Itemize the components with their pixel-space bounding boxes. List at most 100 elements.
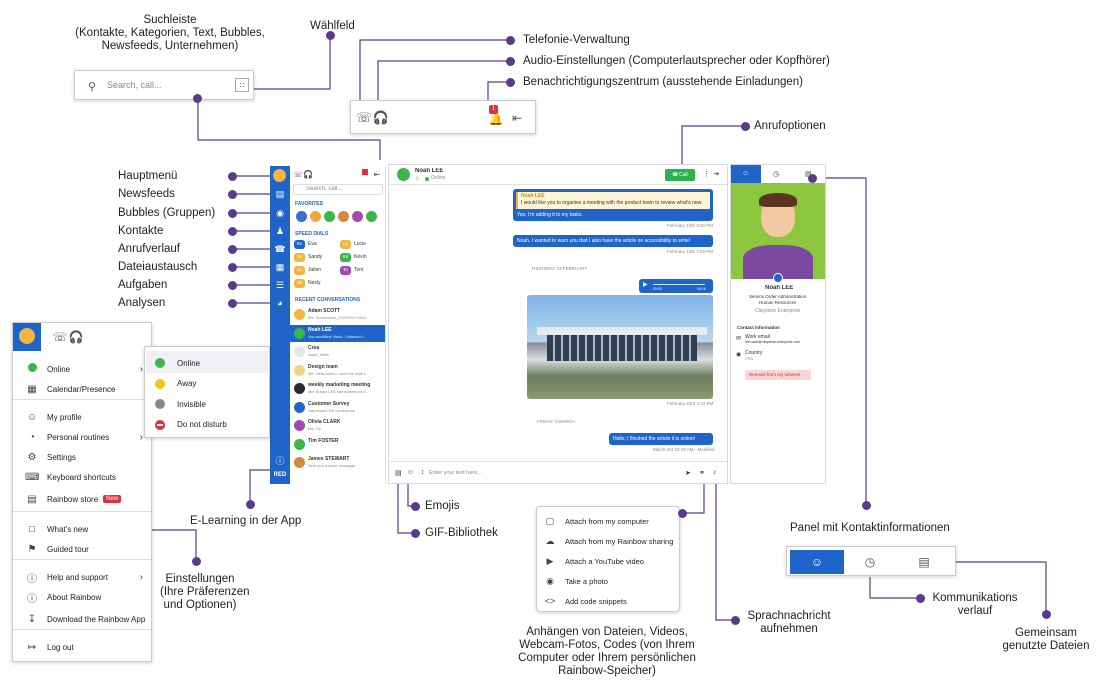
status-option-away[interactable]: Away: [155, 374, 265, 394]
status-option-invisible[interactable]: Invisible: [155, 394, 265, 414]
tab-profile-zoom[interactable]: ☺: [790, 550, 844, 574]
menu-item-online[interactable]: Online ›: [25, 359, 149, 379]
conversation-item[interactable]: Tim FOSTER: [290, 436, 385, 453]
favorite-avatar[interactable]: [310, 211, 321, 222]
conversation-avatar: [294, 420, 305, 431]
bell-icon[interactable]: 🔔: [489, 112, 504, 126]
star-icon[interactable]: ☆: [415, 176, 419, 182]
emoji-icon[interactable]: ☺: [407, 469, 414, 476]
call-history-icon[interactable]: ☎: [273, 243, 287, 255]
collapse-arrow-icon[interactable]: ⇤: [372, 169, 382, 179]
conversation-item[interactable]: Customer Survey Has ended the conference: [290, 399, 385, 416]
history-icon[interactable]: ◷: [773, 170, 779, 178]
contacts-icon[interactable]: ♟: [273, 225, 287, 237]
voice-message-bubble[interactable]: ▶ 00:00 00:16: [639, 279, 713, 293]
favorite-avatar[interactable]: [338, 211, 349, 222]
user-avatar[interactable]: [19, 328, 35, 344]
shared-files-icon[interactable]: ▤: [917, 555, 931, 569]
phone-forward-icon[interactable]: ☏: [293, 169, 303, 179]
conversation-item[interactable]: weekly marketing meeting Me: Susan LEE ha…: [290, 380, 385, 397]
menu-item-log-out[interactable]: ↦ Log out: [25, 637, 149, 657]
conversation-item[interactable]: Olivia CLARK Me: Ok: [290, 417, 385, 434]
menu-item-what-s-new[interactable]: □ What's new: [25, 519, 149, 539]
conversation-item[interactable]: Crea Noah: Hello: [290, 343, 385, 360]
contact-avatar[interactable]: [397, 168, 410, 181]
menu-item-help-and-support[interactable]: ⓘ Help and support ›: [25, 567, 149, 587]
more-options-icon[interactable]: ⋮: [703, 170, 710, 178]
marker-dot: [228, 299, 237, 308]
speed-dial-name[interactable]: Nesly: [308, 280, 321, 286]
open-panel-icon[interactable]: ⇥: [713, 170, 719, 178]
phone-forward-icon[interactable]: ☏: [53, 330, 68, 344]
bubbles-icon[interactable]: ◉: [273, 207, 287, 219]
speed-dial-name[interactable]: Eva: [308, 241, 317, 247]
headset-icon[interactable]: 🎧: [303, 169, 313, 179]
menu-item-download-the-rainbow-app[interactable]: ↧ Download the Rainbow App: [25, 609, 149, 629]
conversation-item[interactable]: Adam SCOTT Me: Screenshot_20220307-0941..…: [290, 306, 385, 323]
composer-input[interactable]: Enter your text here...: [429, 470, 482, 476]
tab-profile[interactable]: ☺: [731, 165, 761, 183]
headset-icon[interactable]: 🎧: [373, 110, 389, 126]
speed-dial-initials[interactable]: Ké: [340, 253, 351, 262]
collapse-arrow-icon[interactable]: ⇤: [509, 110, 525, 126]
menu-item-my-profile[interactable]: ☺ My profile: [25, 407, 149, 427]
speed-dial-initials[interactable]: Ne: [294, 279, 305, 288]
conversation-item[interactable]: Noah LEE You modified: Hello, I finished …: [290, 324, 385, 342]
menu-item-personal-routines[interactable]: ◔ Personal routines ›: [25, 427, 149, 447]
label-notifications: Benachrichtigungszentrum (ausstehende Ei…: [523, 76, 804, 88]
menu-item-about-rainbow[interactable]: ⓘ About Rainbow: [25, 587, 149, 607]
favorite-avatar[interactable]: [296, 211, 307, 222]
menu-item-settings[interactable]: ⚙ Settings: [25, 447, 149, 467]
attach-option[interactable]: ▢ Attach from my computer: [543, 511, 675, 531]
call-button[interactable]: ☎ Call: [665, 169, 695, 181]
play-icon[interactable]: ▶: [643, 281, 648, 288]
favorite-avatar[interactable]: [366, 211, 377, 222]
conversation-item[interactable]: Design team Me: Hello team, I won't be ab…: [290, 362, 385, 379]
send-icon[interactable]: ➤: [685, 469, 691, 477]
phone-forward-icon[interactable]: ☏: [355, 110, 373, 126]
conversation-item[interactable]: James STEWART Sent you a voice message: [290, 454, 385, 471]
gif-icon[interactable]: ▤: [395, 469, 402, 477]
status-option-do-not-disturb[interactable]: Do not disturb: [155, 415, 265, 435]
search-placeholder[interactable]: Search, call...: [107, 80, 162, 90]
remove-from-network-button[interactable]: Remove from my network: [745, 370, 811, 380]
attach-option[interactable]: ▶ Attach a YouTube video: [543, 551, 675, 571]
favorite-avatar[interactable]: [352, 211, 363, 222]
menu-item-rainbow-store[interactable]: ▤ Rainbow store New: [25, 489, 149, 509]
user-avatar[interactable]: [273, 169, 286, 182]
small-search-bar[interactable]: Search, call...: [293, 184, 383, 195]
newsfeed-icon[interactable]: ▤: [273, 188, 287, 200]
headset-icon[interactable]: 🎧: [69, 330, 84, 344]
status-option-online[interactable]: Online: [155, 353, 265, 373]
analytics-icon[interactable]: ◕: [273, 297, 287, 309]
work-email-value[interactable]: lee.noah@claystore-enterprise.com: [745, 340, 800, 344]
menu-item-calendar-presence[interactable]: ▦ Calendar/Presence: [25, 379, 149, 399]
speed-dial-initials[interactable]: Lu: [340, 240, 351, 249]
attach-menu-zoom: ▢ Attach from my computer ☁ Attach from my …: [536, 506, 680, 612]
microphone-icon[interactable]: ♪: [713, 469, 717, 476]
tasks-icon[interactable]: ☰: [273, 279, 287, 291]
label-gif: GIF-Bibliothek: [425, 527, 498, 539]
history-icon[interactable]: ◷: [863, 555, 877, 569]
speed-dial-initials[interactable]: Ju: [294, 266, 305, 275]
speed-dial-initials[interactable]: To: [340, 266, 351, 275]
shared-building-photo[interactable]: [527, 295, 713, 399]
speed-dial-name[interactable]: Sandy: [308, 254, 322, 260]
attach-option[interactable]: ☁ Attach from my Rainbow sharing: [543, 531, 675, 551]
speed-dial-initials[interactable]: Sa: [294, 253, 305, 262]
attach-icon[interactable]: ⚭: [699, 469, 705, 477]
elearning-icon[interactable]: ⓘ: [273, 455, 287, 467]
attach-option[interactable]: <> Add code snippets: [543, 591, 675, 611]
files-icon[interactable]: ▦: [273, 261, 287, 273]
speed-dial-initials[interactable]: Ev: [294, 240, 305, 249]
attach-option[interactable]: ◉ Take a photo: [543, 571, 675, 591]
speed-dial-name[interactable]: Kévin: [354, 254, 367, 260]
menu-item-guided-tour[interactable]: ⚑ Guided tour: [25, 539, 149, 559]
text-format-icon[interactable]: ↕: [421, 469, 425, 476]
speed-dial-name[interactable]: Julien: [308, 267, 321, 273]
speed-dial-name[interactable]: Toni: [354, 267, 363, 273]
dialpad-icon[interactable]: ∷: [235, 78, 249, 92]
menu-item-keyboard-shortcuts[interactable]: ⌨ Keyboard shortcuts: [25, 467, 149, 487]
speed-dial-name[interactable]: Lucie: [354, 241, 366, 247]
favorite-avatar[interactable]: [324, 211, 335, 222]
